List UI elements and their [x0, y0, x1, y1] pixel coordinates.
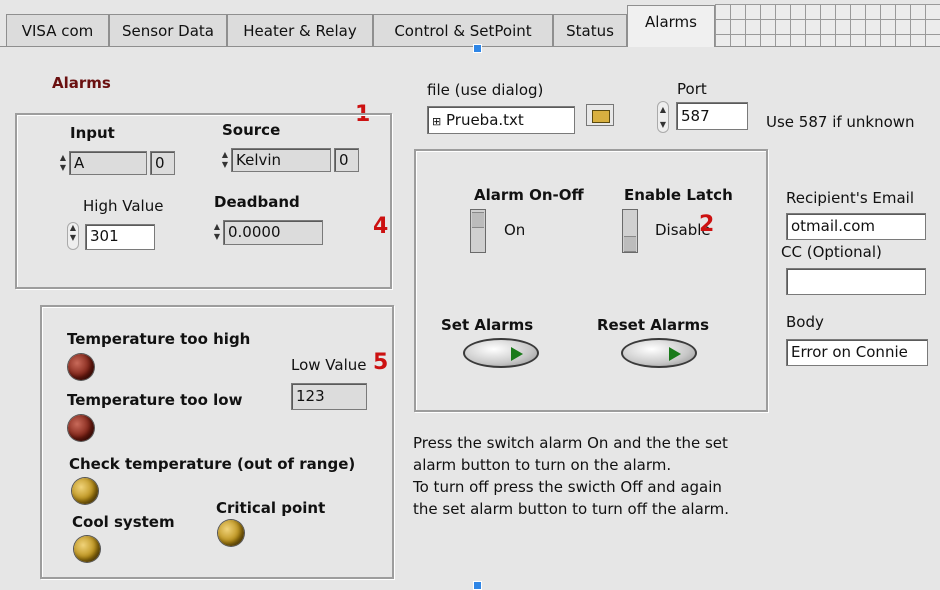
- instruction-line-4: the set alarm button to turn off the ala…: [413, 500, 730, 518]
- tab-bar: VISA com Sensor Data Heater & Relay Cont…: [0, 0, 940, 47]
- enable-latch-label: Enable Latch: [624, 186, 733, 204]
- critical-point-led: [218, 520, 244, 546]
- port-hint: Use 587 if unknown: [766, 113, 915, 131]
- input-ring-spinner[interactable]: ▲ ▼: [58, 153, 68, 173]
- alarm-onoff-state: On: [504, 221, 526, 239]
- reset-alarms-button[interactable]: [621, 338, 697, 368]
- source-index: 0: [334, 148, 359, 172]
- play-icon: [669, 347, 681, 361]
- tab-visa-com[interactable]: VISA com: [6, 14, 109, 46]
- cc-label: CC (Optional): [781, 243, 882, 261]
- file-label: file (use dialog): [427, 81, 544, 99]
- alarm-onoff-switch[interactable]: [470, 209, 486, 253]
- check-temp-label: Check temperature (out of range): [69, 455, 356, 473]
- instruction-line-1: Press the switch alarm On and the the se…: [413, 434, 728, 452]
- high-value-field[interactable]: 301: [85, 224, 155, 250]
- tab-control-setpoint[interactable]: Control & SetPoint: [373, 14, 553, 46]
- too-low-label: Temperature too low: [67, 391, 243, 409]
- deadband-spinner[interactable]: ▲ ▼: [212, 222, 222, 242]
- low-value-field: 123: [291, 383, 367, 410]
- input-ring[interactable]: A: [69, 151, 147, 175]
- annotation-5: 5: [373, 350, 389, 375]
- grid-background: [715, 4, 940, 47]
- deadband-label: Deadband: [214, 193, 300, 211]
- resize-handle-bottom[interactable]: [473, 581, 482, 590]
- port-field[interactable]: 587: [676, 102, 748, 130]
- cc-field[interactable]: [786, 268, 926, 295]
- file-path-value: Prueba.txt: [446, 111, 524, 129]
- source-ring-spinner[interactable]: ▲ ▼: [220, 150, 230, 170]
- port-label: Port: [677, 80, 707, 98]
- check-temp-led: [72, 478, 98, 504]
- deadband-field[interactable]: 0.0000: [223, 220, 323, 245]
- tab-heater-relay[interactable]: Heater & Relay: [227, 14, 373, 46]
- recipient-email-label: Recipient's Email: [786, 189, 915, 207]
- input-label: Input: [70, 124, 115, 142]
- folder-icon: [592, 110, 610, 123]
- too-high-label: Temperature too high: [67, 330, 251, 348]
- reset-alarms-label: Reset Alarms: [597, 316, 710, 334]
- file-path-field[interactable]: ⊞ Prueba.txt: [427, 106, 575, 134]
- low-value-label: Low Value: [291, 356, 367, 374]
- tab-status[interactable]: Status: [553, 14, 627, 46]
- tab-sensor-data[interactable]: Sensor Data: [109, 14, 227, 46]
- annotation-2: 2: [699, 212, 715, 237]
- recipient-email-field[interactable]: otmail.com: [786, 213, 926, 240]
- body-label: Body: [786, 313, 824, 331]
- too-high-led: [68, 354, 94, 380]
- input-index: 0: [150, 151, 175, 175]
- source-label: Source: [222, 121, 281, 139]
- enable-latch-switch[interactable]: [622, 209, 638, 253]
- set-alarms-button[interactable]: [463, 338, 539, 368]
- too-low-led: [68, 415, 94, 441]
- critical-point-label: Critical point: [216, 499, 326, 517]
- annotation-4: 4: [373, 214, 389, 239]
- play-icon: [511, 347, 523, 361]
- tab-alarms[interactable]: Alarms: [627, 5, 715, 47]
- instruction-line-2: alarm button to turn on the alarm.: [413, 456, 672, 474]
- file-path-icon: ⊞: [432, 115, 442, 128]
- alarms-title: Alarms: [52, 74, 111, 92]
- port-spinner[interactable]: ▲ ▼: [657, 101, 669, 133]
- instruction-line-3: To turn off press the swicth Off and aga…: [413, 478, 722, 496]
- resize-handle-top[interactable]: [473, 44, 482, 53]
- cool-system-label: Cool system: [72, 513, 175, 531]
- high-value-label: High Value: [83, 197, 164, 215]
- browse-folder-button[interactable]: [586, 104, 614, 126]
- source-ring[interactable]: Kelvin: [231, 148, 331, 172]
- alarm-onoff-label: Alarm On-Off: [474, 186, 584, 204]
- body-field[interactable]: Error on Connie: [786, 339, 928, 366]
- cool-system-led: [74, 536, 100, 562]
- set-alarms-label: Set Alarms: [441, 316, 534, 334]
- high-value-spinner[interactable]: ▲ ▼: [67, 222, 79, 250]
